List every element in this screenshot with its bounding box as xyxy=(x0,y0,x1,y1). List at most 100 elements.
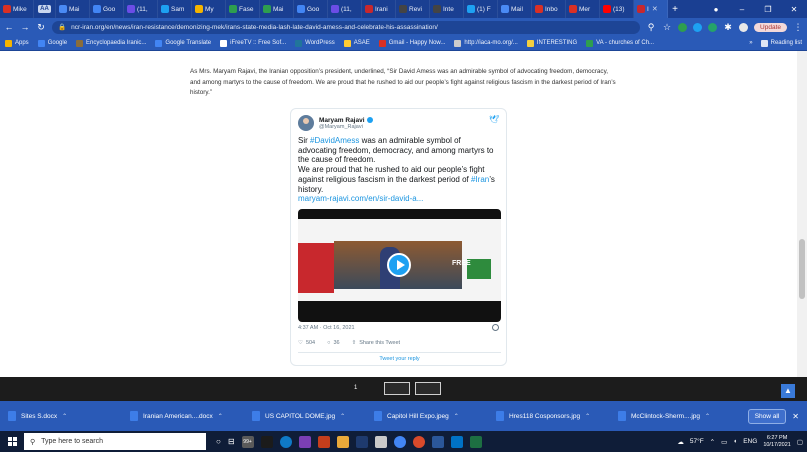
minimize-button[interactable]: – xyxy=(729,0,755,18)
app-icon[interactable] xyxy=(412,435,425,448)
tab-close-icon[interactable]: ✕ xyxy=(652,5,658,13)
chevron-up-icon[interactable]: ⌃ xyxy=(585,413,590,420)
update-button[interactable]: Update xyxy=(754,22,787,32)
download-item[interactable]: US CAPITOL DOME.jpg ⌃ xyxy=(252,411,374,421)
taskbar-clock[interactable]: 6:27 PM 10/17/2021 xyxy=(763,435,791,449)
extension-icon[interactable] xyxy=(678,22,688,32)
app-icon[interactable] xyxy=(374,435,387,448)
reload-button[interactable]: ↻ xyxy=(36,22,46,33)
badge-app-icon[interactable]: 99+ xyxy=(241,435,254,448)
scroll-to-top-button[interactable]: ▲ xyxy=(781,384,795,398)
bookmark-item[interactable]: Apps xyxy=(5,39,29,47)
like-button[interactable]: ♡ 504 xyxy=(298,340,315,346)
hashtag-link[interactable]: #DavidAmess xyxy=(310,136,359,145)
tray-chevron-icon[interactable]: ⌃ xyxy=(710,438,715,446)
browser-tab[interactable]: (13) xyxy=(600,0,634,18)
bookmark-item[interactable]: http://iaca-mo.org/... xyxy=(454,39,518,47)
browser-tab[interactable]: Goo xyxy=(294,0,328,18)
browser-tab[interactable]: Fase xyxy=(226,0,260,18)
powerpoint-icon[interactable] xyxy=(317,435,330,448)
chevron-up-icon[interactable]: ⌃ xyxy=(705,413,710,420)
bookmark-item[interactable]: ASAE xyxy=(343,39,370,47)
hashtag-link[interactable]: #Iran xyxy=(471,175,489,184)
tweet-link[interactable]: maryam-rajavi.com/en/sir-david-a... xyxy=(298,194,498,204)
bookmark-item[interactable]: Google Translate xyxy=(155,39,211,47)
browser-tab[interactable]: Sam xyxy=(158,0,192,18)
outlook-icon[interactable] xyxy=(450,435,463,448)
browser-tab[interactable]: My xyxy=(192,0,226,18)
bookmark-item[interactable]: VA - churches of Ch... xyxy=(586,39,654,47)
menu-kebab-icon[interactable]: ⋮ xyxy=(793,22,803,33)
address-bar[interactable]: 🔒 ncr-iran.org/en/news/iran-resistance/d… xyxy=(52,20,641,34)
browser-tab[interactable]: (11, xyxy=(124,0,158,18)
task-view-icon[interactable]: ⊟ xyxy=(228,437,235,446)
word-icon[interactable] xyxy=(431,435,444,448)
close-window-button[interactable]: ✕ xyxy=(781,0,807,18)
start-button[interactable] xyxy=(4,431,20,452)
download-item[interactable]: Iranian American....docx ⌃ xyxy=(130,411,252,421)
file-explorer-icon[interactable] xyxy=(336,435,349,448)
reply-button[interactable]: ○ 36 xyxy=(327,340,339,346)
excel-icon[interactable] xyxy=(469,435,482,448)
browser-tab[interactable]: Goo xyxy=(90,0,124,18)
tweet-author[interactable]: Maryam Rajavi xyxy=(319,117,373,124)
download-item[interactable]: Capitol Hill Expo.jpeg ⌃ xyxy=(374,411,496,421)
chevron-up-icon[interactable]: ⌃ xyxy=(340,413,345,420)
profile-icon[interactable]: ● xyxy=(703,0,729,18)
pager-box[interactable] xyxy=(415,382,441,395)
new-tab-button[interactable]: + xyxy=(668,4,682,15)
language-indicator[interactable]: ENG xyxy=(743,438,757,445)
scrollbar-thumb[interactable] xyxy=(799,239,805,299)
cortana-icon[interactable]: ○ xyxy=(216,437,221,446)
extensions-puzzle-icon[interactable]: ✱ xyxy=(723,22,733,33)
taskbar-search-box[interactable]: ⚲ Type here to search xyxy=(24,433,206,450)
browser-tab[interactable]: Mai xyxy=(56,0,90,18)
back-button[interactable]: ← xyxy=(4,22,14,32)
page-scrollbar[interactable] xyxy=(797,51,807,377)
browser-tab[interactable]: (11, xyxy=(328,0,362,18)
browser-tab[interactable]: AA xyxy=(34,0,56,18)
browser-tab[interactable]: Inbo xyxy=(532,0,566,18)
tweet-video[interactable]: FREE xyxy=(298,209,501,322)
browser-tab[interactable]: Inte xyxy=(430,0,464,18)
app-icon[interactable] xyxy=(260,435,273,448)
bookmark-item[interactable]: iFreeTV :: Free Sof... xyxy=(220,39,286,47)
volume-icon[interactable]: ◖ xyxy=(733,438,737,445)
chevron-up-icon[interactable]: ⌃ xyxy=(62,413,67,420)
bookmark-star-icon[interactable]: ☆ xyxy=(662,22,672,33)
tweet-reply-link[interactable]: Tweet your reply xyxy=(298,352,501,364)
forward-button[interactable]: → xyxy=(20,22,30,32)
pager-box[interactable] xyxy=(384,382,410,395)
browser-tab[interactable]: Mail xyxy=(498,0,532,18)
bookmark-item[interactable]: INTERESTING xyxy=(526,39,577,47)
author-handle[interactable]: @Maryam_Rajavi xyxy=(319,124,373,130)
reading-list-button[interactable]: Reading list xyxy=(760,39,802,47)
browser-tab[interactable]: Irani xyxy=(362,0,396,18)
bookmark-item[interactable]: WordPress xyxy=(295,39,335,47)
play-button-icon[interactable] xyxy=(387,253,411,277)
tweet-timestamp[interactable]: 4:37 AM · Oct 16, 2021 xyxy=(298,325,355,331)
bookmarks-overflow-button[interactable]: » xyxy=(749,40,752,46)
maximize-button[interactable]: ❐ xyxy=(755,0,781,18)
bookmark-item[interactable]: Gmail - Happy Now... xyxy=(378,39,445,47)
avatar[interactable] xyxy=(298,115,314,131)
embedded-tweet[interactable]: Maryam Rajavi @Maryam_Rajavi 🕊 Sir #Davi… xyxy=(290,108,507,366)
bookmark-item[interactable]: Encyclopaedia Iranic... xyxy=(76,39,146,47)
info-icon[interactable] xyxy=(492,324,499,331)
browser-tab[interactable]: Mer xyxy=(566,0,600,18)
browser-tab[interactable]: Mai xyxy=(260,0,294,18)
download-item[interactable]: McClintock-Sherm....jpg ⌃ xyxy=(618,411,740,421)
chevron-up-icon[interactable]: ⌃ xyxy=(454,413,459,420)
bookmark-item[interactable]: Google xyxy=(37,39,67,47)
extension-icon[interactable] xyxy=(693,22,703,32)
twitter-bird-icon[interactable]: 🕊 xyxy=(489,115,499,124)
page-number[interactable]: 1 xyxy=(354,385,357,391)
network-icon[interactable]: ▭ xyxy=(721,438,727,446)
extension-icon[interactable] xyxy=(708,22,718,32)
show-all-downloads-button[interactable]: Show all xyxy=(747,408,787,424)
download-item[interactable]: Sites S.docx ⌃ xyxy=(8,411,130,421)
weather-icon[interactable]: ☁ xyxy=(677,438,684,446)
weather-temp[interactable]: 57°F xyxy=(690,438,704,445)
browser-tab[interactable]: I ✕ xyxy=(634,0,668,18)
notifications-icon[interactable]: ▢ xyxy=(797,438,803,446)
